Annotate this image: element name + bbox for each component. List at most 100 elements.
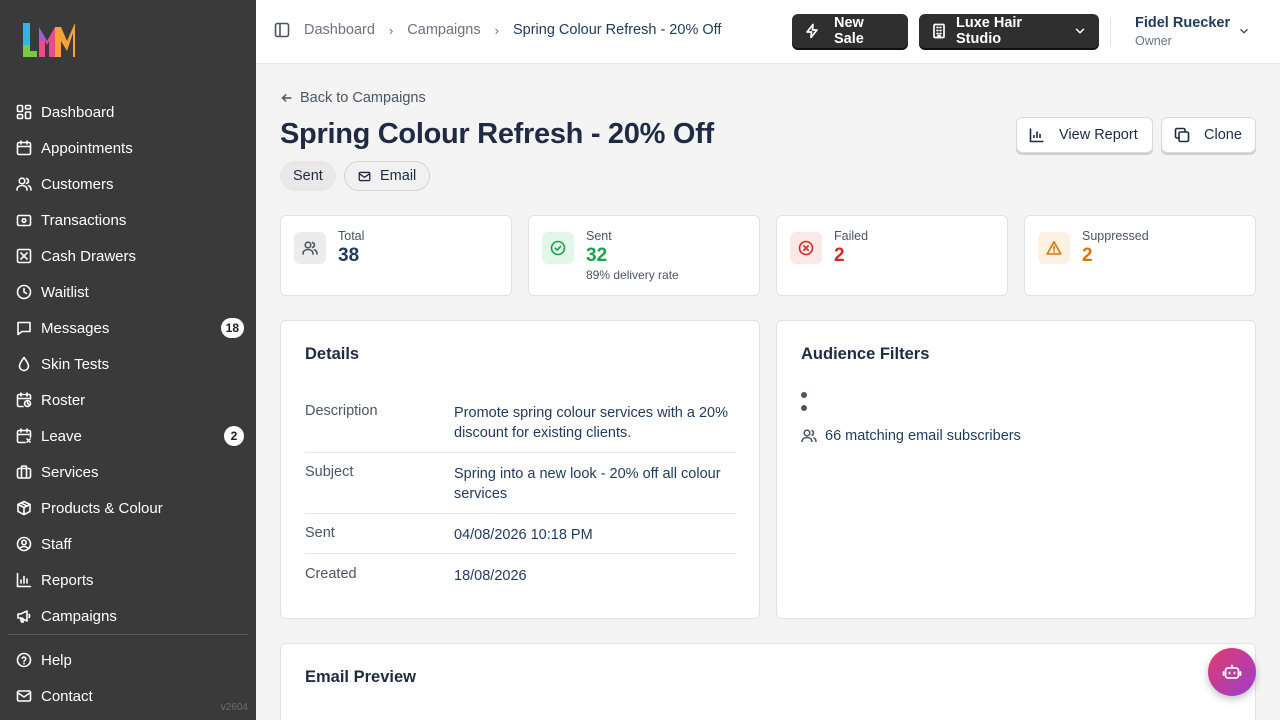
clone-label: Clone: [1204, 127, 1242, 143]
sidebar-item-label: Cash Drawers: [41, 247, 137, 265]
stat-label: Failed: [834, 229, 869, 243]
sidebar-item-label: Reports: [41, 571, 94, 589]
channel-label: Email: [380, 168, 417, 184]
sidebar-item-label: Roster: [41, 391, 86, 409]
bar-chart-icon: [16, 572, 32, 588]
sidebar-item-label: Appointments: [41, 139, 133, 157]
sidebar-item-transactions[interactable]: Transactions: [8, 202, 248, 238]
user-role: Owner: [1135, 34, 1172, 48]
detail-key: Sent: [305, 525, 335, 541]
sidebar-item-label: Campaigns: [41, 607, 117, 625]
sidebar-item-appointments[interactable]: Appointments: [8, 130, 248, 166]
package-icon: [16, 500, 32, 516]
sidebar-item-dashboard[interactable]: Dashboard: [8, 94, 248, 130]
ai-assistant-button[interactable]: [1208, 648, 1256, 696]
copy-icon: [1174, 127, 1190, 143]
sidebar-item-label: Contact: [41, 687, 93, 705]
sidebar-toggle-icon[interactable]: [274, 22, 290, 38]
sidebar-item-products-colour[interactable]: Products & Colour: [8, 490, 248, 526]
sidebar-item-label: Products & Colour: [41, 499, 163, 517]
sidebar-item-staff[interactable]: Staff: [8, 526, 248, 562]
unread-count-badge: 18: [220, 318, 244, 338]
chevron-down-icon[interactable]: [1237, 24, 1251, 38]
sidebar-item-reports[interactable]: Reports: [8, 562, 248, 598]
stat-label: Suppressed: [1082, 229, 1149, 243]
view-report-button[interactable]: View Report: [1016, 117, 1153, 153]
page-title: Spring Colour Refresh - 20% Off: [280, 118, 714, 150]
sidebar-item-label: Waitlist: [41, 283, 89, 301]
back-label: Back to Campaigns: [300, 90, 426, 106]
briefcase-icon: [16, 464, 32, 480]
droplet-icon: [16, 356, 32, 372]
users-icon: [16, 176, 32, 192]
stat-card-suppressed: Suppressed 2: [1024, 215, 1256, 296]
matching-subscribers: 66 matching email subscribers: [801, 428, 1021, 444]
stat-card-total: Total 38: [280, 215, 512, 296]
matching-count: 66 matching email subscribers: [825, 428, 1021, 444]
stat-card-failed: Failed 2: [776, 215, 1008, 296]
new-sale-label: New Sale: [834, 15, 864, 47]
sidebar-item-roster[interactable]: Roster: [8, 382, 248, 418]
audience-filters-card: Audience Filters 66 matching email subsc…: [776, 320, 1256, 619]
sidebar-item-label: Skin Tests: [41, 355, 110, 373]
sidebar-item-customers[interactable]: Customers: [8, 166, 248, 202]
sidebar-item-services[interactable]: Services: [8, 454, 248, 490]
sidebar-item-cash-drawers[interactable]: Cash Drawers: [8, 238, 248, 274]
detail-row-description: Description Promote spring colour servic…: [305, 403, 736, 453]
filter-bullet: [801, 405, 807, 411]
pending-count-badge: 2: [224, 426, 244, 446]
sidebar-item-help[interactable]: Help: [8, 642, 248, 678]
sidebar-item-campaigns[interactable]: Campaigns: [8, 598, 248, 634]
lightning-icon: [804, 23, 820, 39]
clone-button[interactable]: Clone: [1161, 117, 1256, 153]
stat-value: 32: [586, 245, 608, 266]
users-icon: [801, 429, 817, 443]
detail-key: Subject: [305, 464, 354, 480]
help-icon: [16, 652, 32, 668]
stat-value: 38: [338, 245, 360, 266]
chevron-down-icon: [1073, 24, 1087, 38]
delivery-rate: 89% delivery rate: [586, 268, 679, 282]
chevron-right-icon: ›: [388, 22, 394, 38]
stat-value: 2: [834, 245, 845, 266]
filter-bullet: [801, 392, 807, 398]
wallet-icon: [16, 212, 32, 228]
sidebar-item-label: Messages: [41, 319, 110, 337]
breadcrumb: Dashboard › Campaigns › Spring Colour Re…: [274, 22, 721, 38]
sidebar-divider: [8, 634, 248, 635]
breadcrumb-dashboard[interactable]: Dashboard: [304, 22, 375, 38]
status-label: Sent: [293, 168, 323, 184]
mail-icon: [358, 171, 371, 181]
sidebar-item-label: Transactions: [41, 211, 127, 229]
new-sale-button[interactable]: New Sale: [792, 14, 908, 48]
sidebar-item-waitlist[interactable]: Waitlist: [8, 274, 248, 310]
sidebar-item-label: Customers: [41, 175, 114, 193]
user-menu[interactable]: Fidel Ruecker Owner: [1135, 15, 1230, 48]
building-icon: [931, 23, 947, 39]
detail-row-created: Created 18/08/2026: [305, 566, 736, 590]
check-circle-icon: [542, 232, 574, 264]
view-report-label: View Report: [1059, 127, 1138, 143]
sidebar-item-contact[interactable]: Contact: [8, 678, 248, 714]
sidebar-item-leave[interactable]: Leave 2: [8, 418, 248, 454]
clock-icon: [16, 284, 32, 300]
detail-value: 18/08/2026: [454, 568, 527, 584]
back-to-campaigns-link[interactable]: Back to Campaigns: [280, 90, 426, 106]
calendar-off-icon: [16, 428, 32, 444]
stat-value: 2: [1082, 245, 1093, 266]
user-circle-icon: [16, 536, 32, 552]
users-icon: [294, 232, 326, 264]
mail-icon: [16, 688, 32, 704]
audience-title: Audience Filters: [801, 345, 930, 363]
details-card: Details Description Promote spring colou…: [280, 320, 760, 619]
breadcrumb-campaigns[interactable]: Campaigns: [407, 22, 480, 38]
sidebar: Dashboard Appointments Customers Transac…: [0, 0, 256, 720]
x-circle-icon: [790, 232, 822, 264]
location-selector[interactable]: Luxe Hair Studio: [919, 14, 1099, 48]
sidebar-item-skin-tests[interactable]: Skin Tests: [8, 346, 248, 382]
brand-logo[interactable]: [21, 21, 75, 59]
sidebar-item-messages[interactable]: Messages 18: [8, 310, 248, 346]
stat-card-sent: Sent 32 89% delivery rate: [528, 215, 760, 296]
status-badge: Sent: [280, 161, 336, 191]
bar-chart-icon: [1029, 128, 1044, 143]
